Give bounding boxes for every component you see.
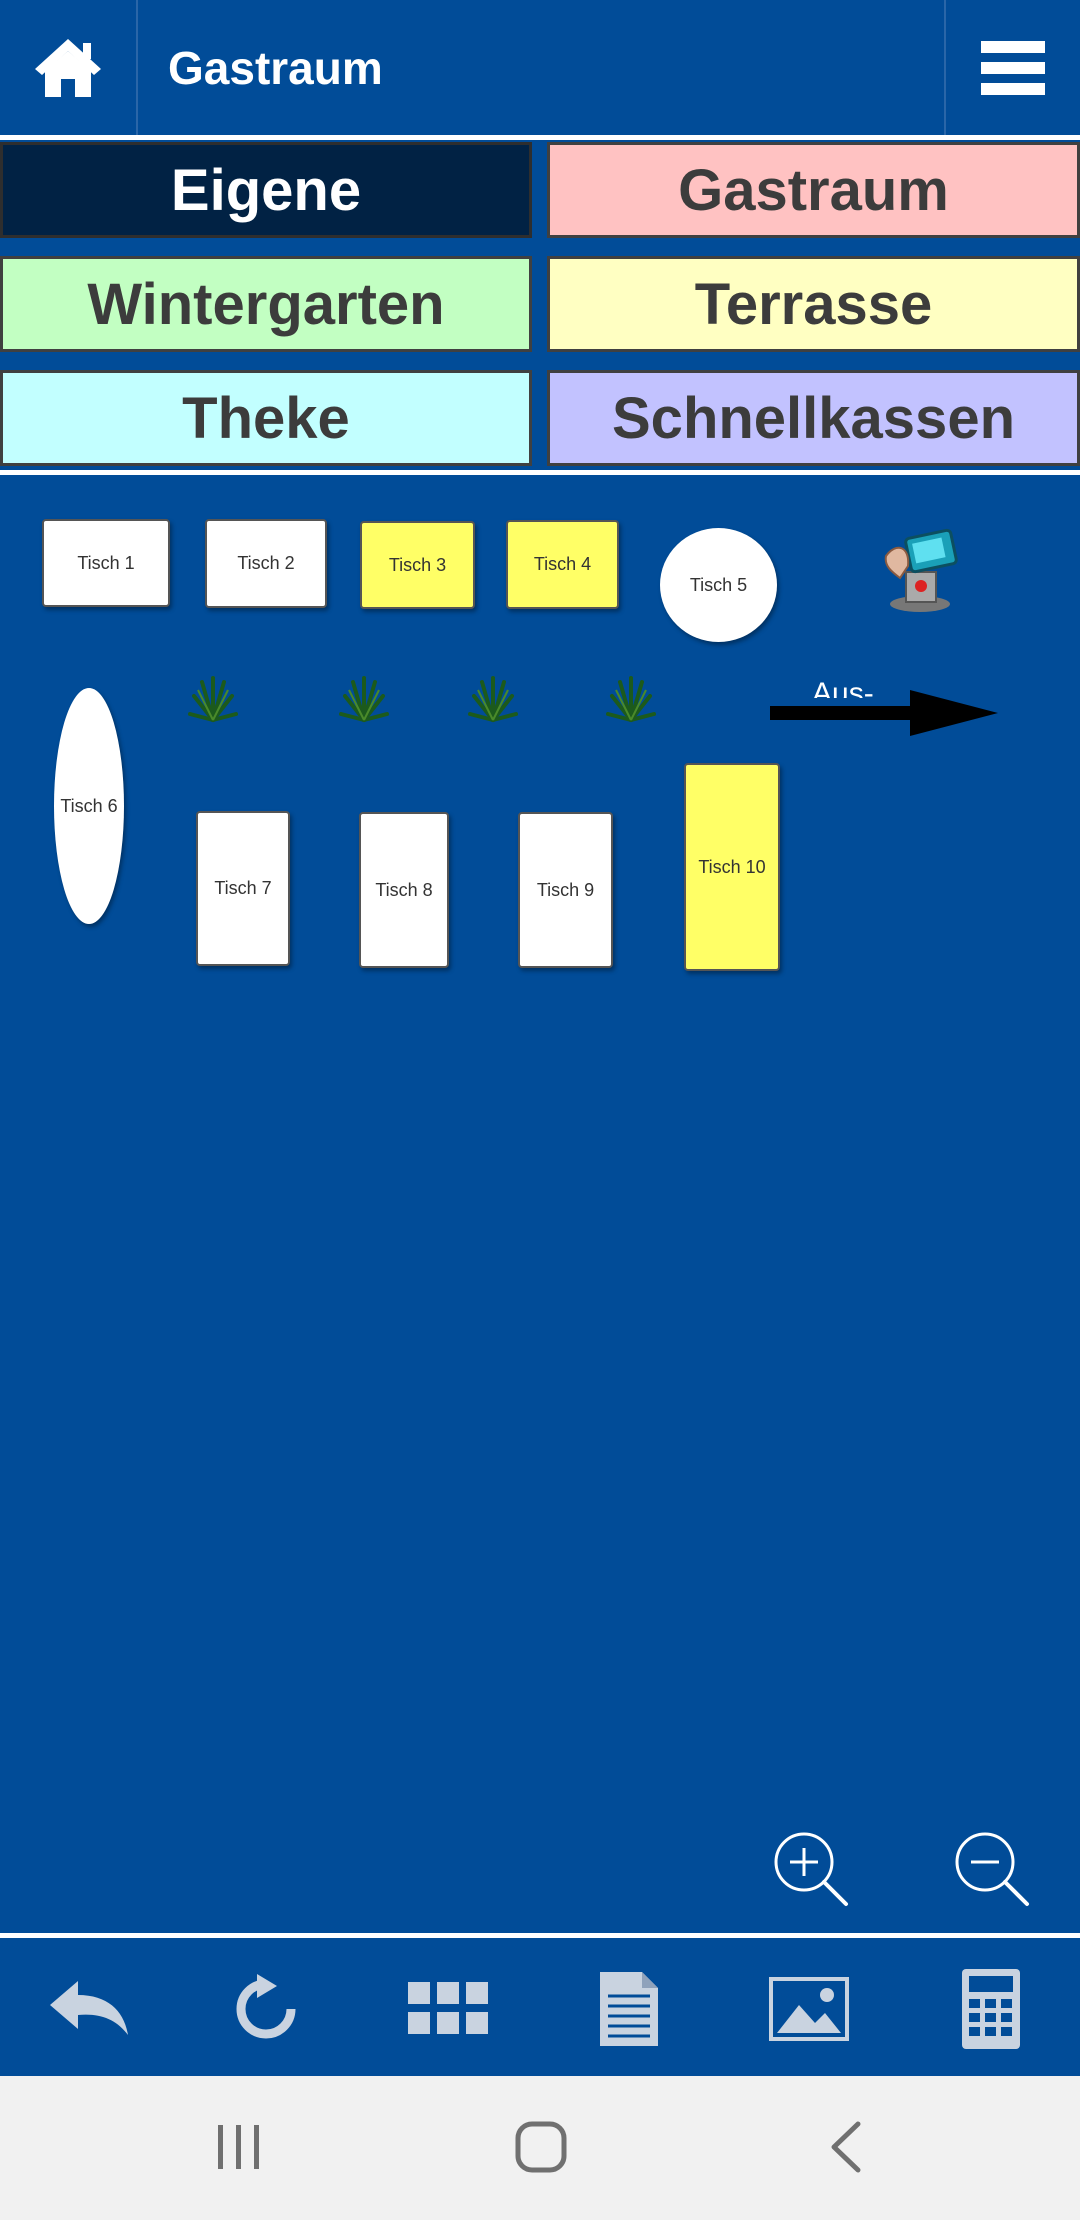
table-label: Tisch 10 [698,856,766,877]
menu-button[interactable] [946,0,1080,135]
table[interactable]: Tisch 4 [506,520,619,609]
image-button[interactable] [764,1964,854,2054]
zoom-in-icon [774,1832,848,1906]
table[interactable]: Tisch 9 [518,812,613,968]
table-label: Tisch 2 [237,553,295,573]
zoom-in-button[interactable] [770,1828,854,1912]
table[interactable]: Tisch 1 [42,519,170,607]
divider [0,1933,1080,1938]
table-label: Tisch 1 [77,552,135,573]
hamburger-menu-icon [981,40,1045,95]
table[interactable]: Tisch 7 [196,811,290,966]
plant-icon [188,676,238,722]
room-button[interactable]: Schnellkassen [547,370,1080,466]
table[interactable]: Tisch 2 [205,519,327,608]
table-label: Tisch 6 [60,795,118,816]
recent-apps-icon [218,2125,259,2169]
calculator-icon [962,1969,1020,2049]
home-nav-button[interactable] [506,2112,576,2182]
zoom-out-icon [955,1832,1029,1906]
room-button[interactable]: Theke [0,370,532,466]
room-label: Schnellkassen [612,385,1015,451]
room-label: Gastraum [678,157,949,223]
grid-icon [408,1982,488,2034]
document-icon [600,1972,658,2046]
bottom-toolbar [0,1942,1080,2076]
home-button[interactable] [0,0,136,135]
zoom-out-button[interactable] [951,1828,1035,1912]
divider [0,135,1080,140]
room-button[interactable]: Wintergarten [0,256,532,352]
table-label: Tisch 9 [536,879,595,900]
table[interactable]: Tisch 6 [54,688,124,924]
home-nav-icon [515,2121,567,2173]
plant-icon [339,676,389,722]
table[interactable]: Tisch 10 [684,763,780,971]
table[interactable]: Tisch 8 [359,812,449,968]
undo-icon [50,1981,128,2035]
page-title: Gastraum [168,42,383,94]
exit-arrow-icon [770,690,998,736]
table-label: Tisch 8 [375,879,433,900]
system-nav-bar [0,2076,1080,2220]
undo-button[interactable] [44,1964,134,2054]
calculator-button[interactable] [946,1964,1036,2054]
grid-button[interactable] [403,1964,493,2054]
refresh-icon [236,1974,296,2039]
recent-apps-button[interactable] [204,2112,274,2182]
table-label: Tisch 4 [533,554,592,574]
plant-icon [606,676,656,722]
robot-gadget-icon[interactable] [878,526,962,616]
back-nav-icon [831,2121,861,2173]
table[interactable]: Tisch 3 [360,521,475,609]
image-icon [769,1977,849,2041]
plant-icon [468,676,518,722]
header-divider [136,0,138,135]
home-icon [35,38,101,97]
document-button[interactable] [584,1964,674,2054]
table-label: Tisch 3 [388,554,447,575]
room-button[interactable]: Eigene [0,142,532,238]
table[interactable]: Tisch 5 [660,528,777,642]
refresh-button[interactable] [221,1964,311,2054]
table-label: Tisch 7 [214,878,272,898]
room-label: Wintergarten [87,271,445,337]
table-label: Tisch 5 [689,574,748,595]
room-label: Theke [182,385,350,451]
app-screen: Gastraum Eigene Gastraum Wintergarten Te… [0,0,1080,2220]
room-label: Eigene [170,157,362,223]
divider [0,470,1080,475]
room-button[interactable]: Gastraum [547,142,1080,238]
room-label: Terrasse [694,271,933,337]
top-bar: Gastraum [0,0,1080,135]
back-nav-button[interactable] [810,2112,880,2182]
room-button[interactable]: Terrasse [547,256,1080,352]
